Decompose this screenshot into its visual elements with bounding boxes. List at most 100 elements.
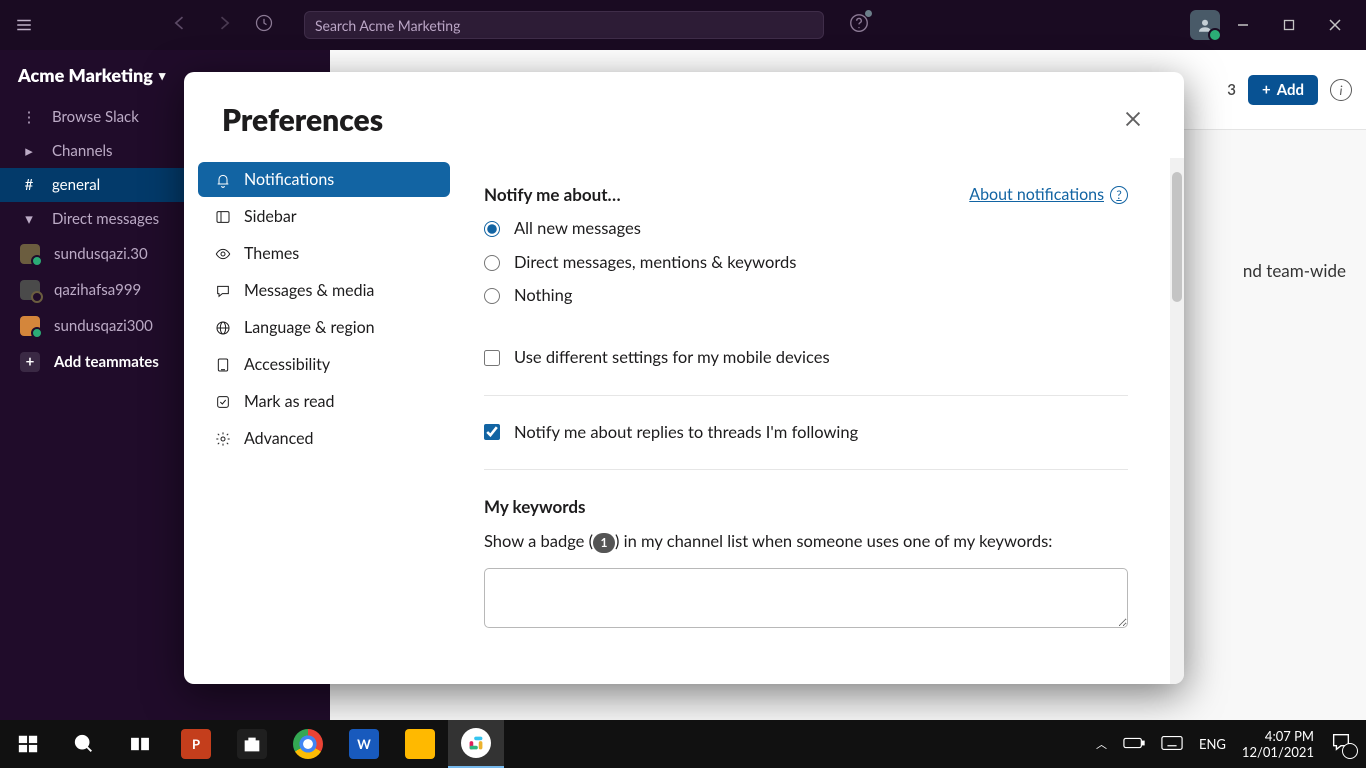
- nav-back[interactable]: [170, 13, 190, 37]
- taskbar-chrome[interactable]: [280, 720, 336, 768]
- nav-language[interactable]: Language & region: [198, 310, 450, 345]
- radio-label: All new messages: [514, 216, 641, 242]
- radio-input[interactable]: [484, 255, 500, 271]
- nav-label: Advanced: [244, 429, 313, 448]
- nav-label: Accessibility: [244, 355, 330, 374]
- clock[interactable]: 4:07 PM 12/01/2021: [1242, 728, 1314, 761]
- nav-accessibility[interactable]: Accessibility: [198, 347, 450, 382]
- checkbox-input[interactable]: [484, 350, 500, 366]
- eye-icon: [214, 246, 232, 262]
- start-button[interactable]: [0, 720, 56, 768]
- radio-nothing[interactable]: Nothing: [484, 283, 1128, 309]
- taskbar-store[interactable]: [224, 720, 280, 768]
- hamburger-menu[interactable]: [8, 9, 40, 41]
- action-center-icon[interactable]: 2: [1330, 731, 1356, 757]
- language-indicator[interactable]: ENG: [1199, 736, 1226, 752]
- checkbox-label: Use different settings for my mobile dev…: [514, 345, 830, 371]
- badge-icon: 1: [593, 533, 615, 553]
- chevron-down-icon: ▾: [159, 67, 166, 84]
- titlebar: Search Acme Marketing: [0, 0, 1366, 50]
- checkbox-mobile-settings[interactable]: Use different settings for my mobile dev…: [484, 345, 1128, 371]
- taskbar-powerpoint[interactable]: P: [168, 720, 224, 768]
- question-icon: ?: [1110, 186, 1128, 204]
- window-minimize[interactable]: [1220, 9, 1266, 41]
- hash-icon: #: [20, 176, 38, 194]
- nav-label: Sidebar: [244, 207, 297, 226]
- task-view-button[interactable]: [112, 720, 168, 768]
- user-avatar[interactable]: [1190, 10, 1220, 40]
- background-text: nd team-wide: [1243, 260, 1346, 281]
- windows-taskbar: P W ︿ ENG 4:07 PM 12/01/2021 2: [0, 720, 1366, 768]
- preferences-content: Notify me about… About notifications ? A…: [464, 158, 1184, 684]
- globe-icon: [214, 320, 232, 336]
- add-label: Add: [1277, 81, 1304, 99]
- radio-input[interactable]: [484, 221, 500, 237]
- caret-right-icon: ▸: [20, 142, 38, 160]
- scrollbar-track[interactable]: [1170, 158, 1184, 684]
- dm-name: sundusqazi300: [54, 317, 153, 335]
- bell-icon: [214, 172, 232, 188]
- divider: [484, 395, 1128, 396]
- battery-icon[interactable]: [1123, 736, 1145, 753]
- nav-advanced[interactable]: Advanced: [198, 421, 450, 456]
- members-count[interactable]: 3: [1227, 81, 1236, 99]
- keywords-input[interactable]: [484, 568, 1128, 628]
- date: 12/01/2021: [1242, 744, 1314, 760]
- nav-label: Language & region: [244, 318, 375, 337]
- more-icon: ⋮: [20, 108, 38, 126]
- radio-all-messages[interactable]: All new messages: [484, 216, 1128, 242]
- window-maximize[interactable]: [1266, 9, 1312, 41]
- tray-expand-icon[interactable]: ︿: [1096, 736, 1107, 752]
- help-button[interactable]: [848, 12, 870, 38]
- nav-label: Themes: [244, 244, 299, 263]
- window-close[interactable]: [1312, 9, 1358, 41]
- history-button[interactable]: [254, 13, 274, 37]
- scrollbar-thumb[interactable]: [1172, 172, 1182, 302]
- checkbox-thread-replies[interactable]: Notify me about replies to threads I'm f…: [484, 420, 1128, 446]
- keywords-heading: My keywords: [484, 494, 1128, 520]
- dm-label: Direct messages: [52, 210, 159, 228]
- checkbox-input[interactable]: [484, 424, 500, 440]
- add-button[interactable]: + Add: [1248, 75, 1318, 105]
- channel-info-button[interactable]: i: [1330, 79, 1352, 101]
- about-link-text: About notifications: [969, 183, 1104, 208]
- channels-label: Channels: [52, 142, 113, 160]
- close-button[interactable]: [1122, 108, 1146, 132]
- channel-name: general: [52, 176, 100, 194]
- presence-icon: [20, 316, 40, 336]
- preferences-modal: Preferences Notifications Sidebar Themes…: [184, 72, 1184, 684]
- taskbar-explorer[interactable]: [392, 720, 448, 768]
- radio-label: Direct messages, mentions & keywords: [514, 250, 796, 276]
- search-button[interactable]: [56, 720, 112, 768]
- nav-themes[interactable]: Themes: [198, 236, 450, 271]
- workspace-name: Acme Marketing: [18, 64, 153, 86]
- radio-input[interactable]: [484, 288, 500, 304]
- nav-markread[interactable]: Mark as read: [198, 384, 450, 419]
- nav-messages[interactable]: Messages & media: [198, 273, 450, 308]
- message-icon: [214, 283, 232, 299]
- caret-down-icon: ▾: [20, 210, 38, 228]
- search-input[interactable]: Search Acme Marketing: [304, 11, 824, 39]
- preferences-title: Preferences: [222, 102, 383, 138]
- nav-forward[interactable]: [214, 13, 234, 37]
- gear-icon: [214, 431, 232, 447]
- about-notifications-link[interactable]: About notifications ?: [969, 183, 1128, 208]
- dm-name: sundusqazi.30: [54, 245, 148, 263]
- keyboard-icon[interactable]: [1161, 735, 1183, 754]
- taskbar-word[interactable]: W: [336, 720, 392, 768]
- sidebar-icon: [214, 209, 232, 225]
- preferences-nav: Notifications Sidebar Themes Messages & …: [184, 158, 464, 684]
- taskbar-slack[interactable]: [448, 720, 504, 768]
- radio-dm-mentions[interactable]: Direct messages, mentions & keywords: [484, 250, 1128, 276]
- nav-sidebar[interactable]: Sidebar: [198, 199, 450, 234]
- nav-label: Messages & media: [244, 281, 374, 300]
- checkbox-label: Notify me about replies to threads I'm f…: [514, 420, 858, 446]
- browse-label: Browse Slack: [52, 108, 139, 126]
- nav-label: Notifications: [244, 170, 334, 189]
- add-teammates-label: Add teammates: [54, 353, 159, 371]
- plus-icon: +: [20, 352, 40, 372]
- notify-heading: Notify me about…: [484, 182, 621, 208]
- plus-icon: +: [1262, 81, 1271, 99]
- radio-label: Nothing: [514, 283, 572, 309]
- nav-notifications[interactable]: Notifications: [198, 162, 450, 197]
